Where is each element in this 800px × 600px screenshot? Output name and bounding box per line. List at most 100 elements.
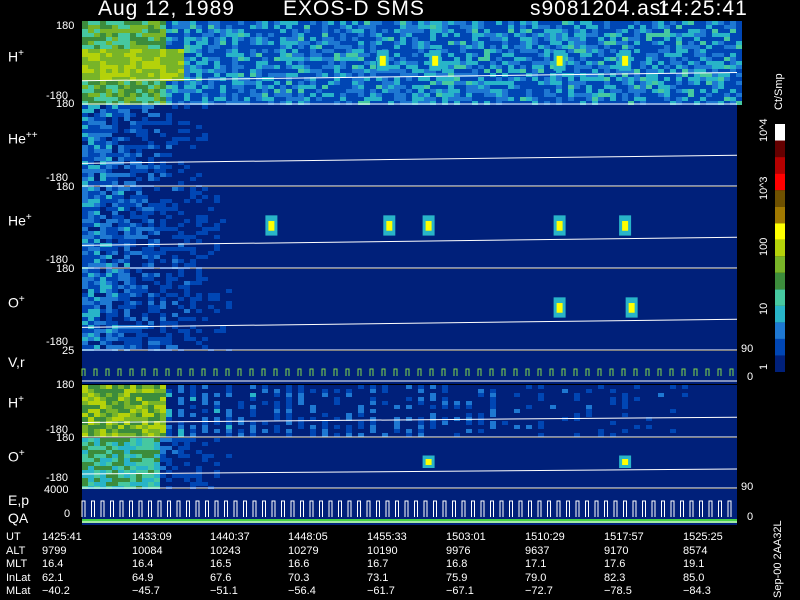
heatmap-cell (700, 73, 706, 77)
heatmap-cell (196, 293, 202, 297)
heatmap-cell (208, 305, 214, 309)
heatmap-cell (178, 53, 184, 57)
heatmap-cell (382, 77, 388, 81)
heatmap-cell (520, 37, 526, 41)
heatmap-cell (466, 81, 472, 85)
heatmap-cell (142, 69, 148, 73)
heatmap-cell (232, 33, 238, 37)
heatmap-cell (496, 65, 502, 69)
heatmap-cell (400, 41, 406, 45)
heatmap-cell (172, 345, 178, 349)
heatmap-cell (502, 89, 508, 93)
heatmap-cell (100, 73, 106, 77)
heatmap-cell (82, 413, 88, 417)
heatmap-cell (442, 65, 448, 69)
heatmap-cell (292, 45, 298, 49)
heatmap-cell (112, 173, 118, 177)
heatmap-cell (526, 93, 532, 97)
heatmap-cell (130, 153, 136, 157)
heatmap-cell (100, 247, 106, 251)
heatmap-cell (202, 49, 208, 53)
heatmap-cell (574, 93, 580, 97)
heatmap-cell (142, 409, 148, 413)
heatmap-cell (88, 191, 94, 195)
heatmap-cell (574, 433, 580, 437)
heatmap-cell (592, 37, 598, 41)
heatmap-cell (424, 41, 430, 45)
heatmap-cell (268, 49, 274, 53)
heatmap-cell (280, 73, 286, 77)
heatmap-cell (286, 61, 292, 65)
heatmap-cell (406, 25, 412, 29)
heatmap-cell (526, 385, 532, 389)
heatmap-cell (502, 97, 508, 101)
heatmap-cell (364, 81, 370, 85)
heatmap-cell (238, 69, 244, 73)
heatmap-cell (160, 53, 166, 57)
heatmap-cell (202, 215, 208, 219)
heatmap-cell (358, 61, 364, 65)
heatmap-cell (256, 25, 262, 29)
heatmap-cell (184, 438, 190, 442)
heatmap-cell (706, 21, 712, 25)
heatmap-cell (112, 458, 118, 462)
heatmap-cell (526, 61, 532, 65)
heatmap-cell (694, 45, 700, 49)
heatmap-cell (196, 239, 202, 243)
heatmap-cell (664, 93, 670, 97)
heatmap-cell (184, 73, 190, 77)
heatmap-cell (250, 45, 256, 49)
heatmap-cell (604, 69, 610, 73)
heatmap-cell (160, 446, 166, 450)
heatmap-cell (82, 409, 88, 413)
heatmap-cell (154, 393, 160, 397)
heatmap-cell (112, 129, 118, 133)
heatmap-cell (610, 97, 616, 101)
heatmap-cell (118, 285, 124, 289)
heatmap-cell (82, 97, 88, 101)
heatmap-cell (496, 41, 502, 45)
heatmap-cell (442, 77, 448, 81)
heatmap-cell (646, 85, 652, 89)
heatmap-cell (292, 29, 298, 33)
heatmap-cell (514, 53, 520, 57)
heatmap-cell (286, 29, 292, 33)
heatmap-cell (634, 45, 640, 49)
heatmap-cell (196, 219, 202, 223)
heatmap-cell (478, 97, 484, 101)
heatmap-cell (448, 97, 454, 101)
heatmap-cell (124, 277, 130, 281)
heatmap-cell (88, 429, 94, 433)
heatmap-cell (262, 77, 268, 81)
heatmap-cell (106, 145, 112, 149)
heatmap-cell (520, 89, 526, 93)
heatmap-cell (460, 45, 466, 49)
heatmap-cell (220, 29, 226, 33)
heatmap-cell (178, 413, 184, 417)
heatmap-cell (298, 401, 304, 405)
heatmap-cell (100, 277, 106, 281)
ephemeris-cell: 9799 (42, 544, 67, 557)
heatmap-cell (136, 337, 142, 341)
heatmap-cell (496, 29, 502, 33)
heatmap-cell (190, 81, 196, 85)
heatmap-cell (616, 93, 622, 97)
heatmap-cell (598, 385, 604, 389)
heatmap-cell (88, 169, 94, 173)
heatmap-cell (568, 33, 574, 37)
heatmap-cell (124, 149, 130, 153)
heatmap-cell (154, 177, 160, 181)
heatmap-cell (142, 21, 148, 25)
heatmap-cell (142, 393, 148, 397)
heatmap-cell (274, 405, 280, 409)
heatmap-cell (130, 433, 136, 437)
heatmap-cell (574, 57, 580, 61)
heatmap-cell (460, 69, 466, 73)
heatmap-cell (130, 49, 136, 53)
heatmap-cell (358, 57, 364, 61)
heatmap-cell (202, 317, 208, 321)
ephemeris-cell: 75.9 (446, 571, 468, 584)
heatmap-cell (142, 145, 148, 149)
panel-label-he-plus: He+ (8, 212, 32, 229)
heatmap-cell (142, 466, 148, 470)
